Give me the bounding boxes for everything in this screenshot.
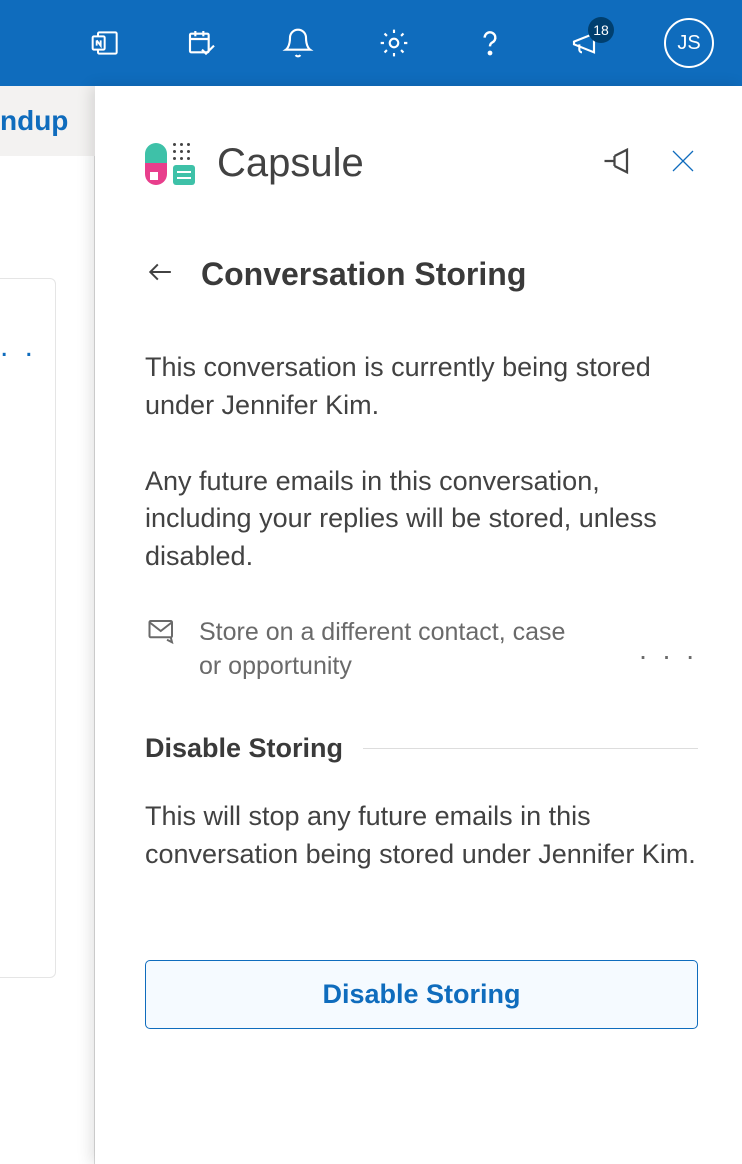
storing-status-text: This conversation is currently being sto…	[145, 349, 698, 425]
tab-label-partial: ndup	[0, 105, 68, 137]
bell-icon[interactable]	[280, 25, 316, 61]
background-mail-card	[0, 278, 56, 978]
capsule-logo-icon	[145, 143, 195, 185]
disable-description: This will stop any future emails in this…	[145, 798, 698, 874]
capsule-panel: Capsule Conversation Storing This conver…	[95, 86, 742, 1164]
megaphone-icon[interactable]: 18	[568, 25, 604, 61]
background-tab-partial: ndup	[0, 86, 95, 156]
panel-title: Capsule	[217, 141, 364, 186]
disable-storing-button[interactable]: Disable Storing	[145, 960, 698, 1029]
more-menu-icon[interactable]: . . .	[639, 634, 698, 666]
notification-badge: 18	[588, 17, 614, 43]
onenote-icon[interactable]	[88, 25, 124, 61]
panel-actions	[602, 146, 698, 181]
panel-header: Capsule	[145, 141, 698, 186]
store-different-left: Store on a different contact, case or op…	[145, 616, 579, 684]
calendar-check-icon[interactable]	[184, 25, 220, 61]
divider	[363, 748, 698, 749]
storing-info-text: Any future emails in this conversation, …	[145, 463, 698, 576]
section-title: Conversation Storing	[201, 256, 526, 293]
store-different-row[interactable]: Store on a different contact, case or op…	[145, 616, 698, 684]
background-ellipsis: . .	[0, 330, 37, 364]
close-icon[interactable]	[668, 146, 698, 181]
mail-forward-icon	[145, 616, 179, 651]
disable-heading: Disable Storing	[145, 733, 343, 764]
avatar-initials: JS	[677, 32, 700, 55]
help-icon[interactable]	[472, 25, 508, 61]
panel-title-group: Capsule	[145, 141, 364, 186]
store-different-text: Store on a different contact, case or op…	[199, 616, 579, 684]
pin-icon[interactable]	[602, 146, 632, 181]
gear-icon[interactable]	[376, 25, 412, 61]
disable-heading-row: Disable Storing	[145, 733, 698, 764]
back-arrow-icon[interactable]	[145, 259, 175, 290]
avatar[interactable]: JS	[664, 18, 714, 68]
section-heading-row: Conversation Storing	[145, 256, 698, 293]
outlook-topbar: 18 JS	[0, 0, 742, 86]
